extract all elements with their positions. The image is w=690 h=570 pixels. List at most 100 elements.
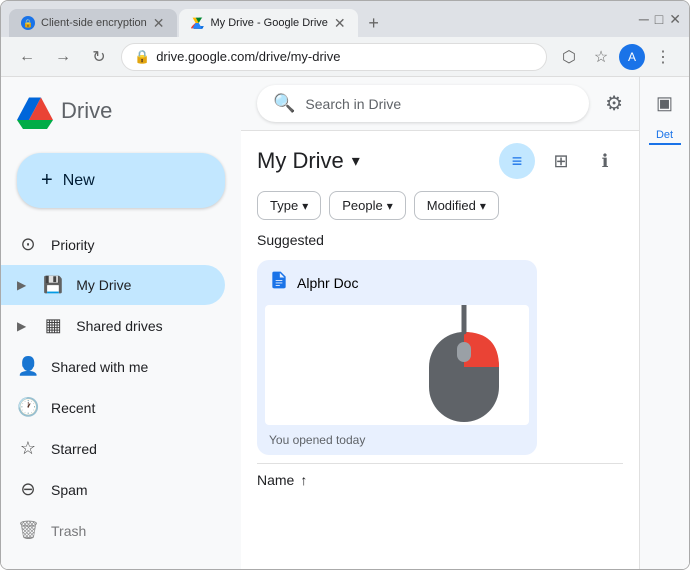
doc-icon [269, 270, 289, 295]
lock-icon: 🔒 [21, 16, 35, 30]
maximize-button[interactable]: □ [655, 11, 663, 27]
forward-button[interactable]: → [49, 43, 77, 71]
my-drive-icon: 💾 [42, 275, 64, 295]
search-bar[interactable]: 🔍 Search in Drive [257, 85, 589, 122]
browser-controls: ← → ↻ 🔒 drive.google.com/drive/my-drive … [1, 37, 689, 77]
app-container: Drive + New ⊙ Priority ▶ 💾 [1, 77, 689, 569]
sidebar-item-priority[interactable]: ⊙ Priority [1, 224, 225, 265]
my-drive-dropdown-arrow[interactable]: ▾ [352, 151, 360, 171]
minimize-button[interactable]: ─ [639, 11, 649, 27]
search-icon: 🔍 [273, 93, 295, 114]
address-bar[interactable]: 🔒 drive.google.com/drive/my-drive [121, 43, 547, 71]
google-drive-tab-icon [191, 16, 205, 30]
tab-strip: 🔒 Client-side encryption ✕ My Drive - Go… [9, 1, 631, 37]
browser-frame: 🔒 Client-side encryption ✕ My Drive - Go… [0, 0, 690, 570]
new-tab-button[interactable]: + [360, 9, 388, 37]
list-view-button[interactable]: ≡ [499, 143, 535, 179]
new-button-label: New [63, 172, 95, 190]
tab-my-drive[interactable]: My Drive - Google Drive ✕ [179, 9, 358, 37]
tab2-label: My Drive - Google Drive [211, 17, 328, 29]
card-title: Alphr Doc [297, 275, 358, 291]
filter-people-arrow-icon: ▾ [387, 199, 393, 213]
search-placeholder: Search in Drive [305, 96, 401, 112]
name-sort-label: Name [257, 472, 294, 488]
spam-icon: ⊖ [17, 479, 39, 500]
filter-row: Type ▾ People ▾ Modified ▾ [241, 187, 639, 232]
grid-view-button[interactable]: ⊞ [543, 143, 579, 179]
drive-title: Drive [61, 98, 112, 124]
drive-logo-icon [17, 93, 53, 129]
sort-arrow-icon: ↑ [300, 472, 307, 488]
sidebar-item-priority-label: Priority [51, 237, 95, 253]
suggested-file-card[interactable]: Alphr Doc [257, 260, 537, 455]
tab2-close-icon[interactable]: ✕ [334, 15, 346, 32]
right-panel-top-button[interactable]: ▣ [647, 85, 683, 121]
priority-icon: ⊙ [17, 234, 39, 255]
sidebar-item-my-drive-label: My Drive [76, 277, 131, 293]
sidebar-item-trash[interactable]: 🗑 Trash [1, 510, 225, 551]
new-button[interactable]: + New [17, 153, 225, 208]
filter-icon[interactable]: ⚙ [605, 91, 623, 116]
sidebar-item-spam-label: Spam [51, 482, 88, 498]
plus-icon: + [41, 169, 53, 192]
sidebar-nav: ⊙ Priority ▶ 💾 My Drive ▶ ▦ Shared drive… [1, 224, 241, 551]
filter-chip-people[interactable]: People ▾ [329, 191, 406, 220]
sidebar-item-recent-label: Recent [51, 400, 95, 416]
info-button[interactable]: ℹ [587, 143, 623, 179]
lock-secure-icon: 🔒 [134, 49, 150, 65]
shared-drives-expand-icon: ▶ [17, 319, 26, 333]
sidebar-item-admin-console[interactable]: ⚙ Admin console [1, 559, 225, 569]
search-area: 🔍 Search in Drive ⚙ [241, 77, 639, 131]
menu-button[interactable]: ⋮ [649, 43, 677, 71]
sidebar-header: Drive [1, 85, 241, 145]
card-footer-text: You opened today [269, 433, 365, 447]
sidebar: Drive + New ⊙ Priority ▶ 💾 [1, 77, 241, 569]
shared-drives-icon: ▦ [42, 315, 64, 336]
sidebar-item-starred[interactable]: ☆ Starred [1, 428, 225, 469]
tab-client-encryption[interactable]: 🔒 Client-side encryption ✕ [9, 9, 177, 37]
sidebar-item-shared-with-me[interactable]: 👤 Shared with me [1, 346, 225, 387]
card-preview [265, 305, 529, 425]
sidebar-item-shared-drives-label: Shared drives [76, 318, 162, 334]
name-sort-row[interactable]: Name ↑ [257, 463, 623, 496]
sidebar-item-recent[interactable]: 🕐 Recent [1, 387, 225, 428]
filter-modified-arrow-icon: ▾ [480, 199, 486, 213]
reload-button[interactable]: ↻ [85, 43, 113, 71]
browser-actions: ⬡ ☆ A ⋮ [555, 43, 677, 71]
sidebar-item-shared-drives[interactable]: ▶ ▦ Shared drives [1, 305, 225, 346]
right-panel-tab-underline [649, 143, 681, 145]
filter-type-label: Type [270, 198, 298, 213]
right-panel: ▣ Det [639, 77, 689, 569]
content-area: Suggested Alphr Doc [241, 232, 639, 569]
trash-icon: 🗑 [17, 520, 39, 541]
mouse-svg [419, 305, 509, 425]
tab1-close-icon[interactable]: ✕ [153, 15, 165, 32]
sidebar-item-shared-with-me-label: Shared with me [51, 359, 148, 375]
filter-type-arrow-icon: ▾ [302, 199, 308, 213]
shared-with-me-icon: 👤 [17, 356, 39, 377]
my-drive-expand-icon: ▶ [17, 278, 26, 292]
browser-titlebar: 🔒 Client-side encryption ✕ My Drive - Go… [1, 1, 689, 37]
main-toolbar: My Drive ▾ ≡ ⊞ ℹ [241, 131, 639, 187]
filter-chip-modified[interactable]: Modified ▾ [414, 191, 499, 220]
recent-icon: 🕐 [17, 397, 39, 418]
drive-title-row: My Drive ▾ [257, 148, 360, 174]
url-display: drive.google.com/drive/my-drive [156, 49, 534, 64]
back-button[interactable]: ← [13, 43, 41, 71]
cast-button[interactable]: ⬡ [555, 43, 583, 71]
sidebar-item-trash-label: Trash [51, 523, 86, 539]
close-window-button[interactable]: ✕ [669, 11, 681, 28]
filter-chip-type[interactable]: Type ▾ [257, 191, 321, 220]
window-controls: ─ □ ✕ [639, 11, 681, 28]
profile-button[interactable]: A [619, 44, 645, 70]
sidebar-item-my-drive[interactable]: ▶ 💾 My Drive [1, 265, 225, 305]
sidebar-item-spam[interactable]: ⊖ Spam [1, 469, 225, 510]
toolbar-actions: ≡ ⊞ ℹ [499, 143, 623, 179]
drive-logo: Drive [17, 93, 112, 129]
bookmark-button[interactable]: ☆ [587, 43, 615, 71]
tab1-label: Client-side encryption [41, 17, 147, 29]
main-area: 🔍 Search in Drive ⚙ My Drive ▾ ≡ ⊞ ℹ [241, 77, 639, 569]
card-header: Alphr Doc [257, 260, 537, 305]
card-footer: You opened today [257, 425, 537, 455]
mouse-illustration [419, 305, 509, 425]
